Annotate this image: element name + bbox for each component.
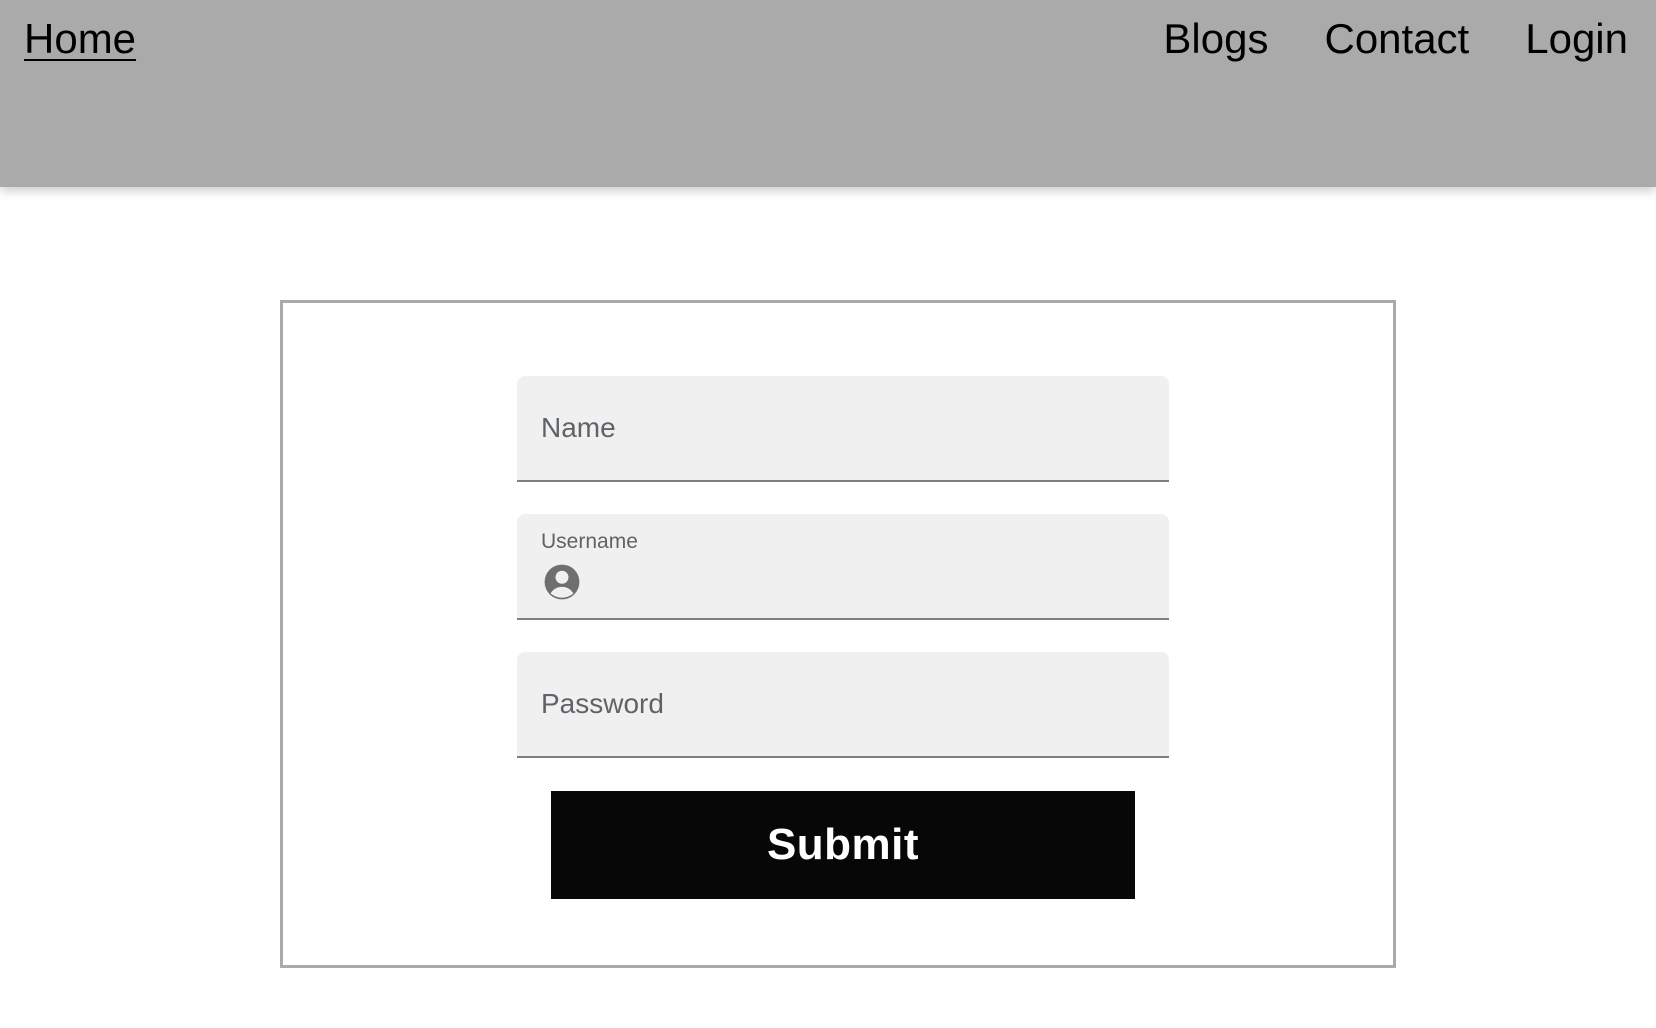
registration-form-card: Name Username Password Submit <box>280 300 1396 968</box>
submit-button[interactable]: Submit <box>551 791 1135 899</box>
username-label: Username <box>541 530 638 553</box>
password-input[interactable]: Password <box>517 652 1169 758</box>
blogs-link[interactable]: Blogs <box>1163 14 1268 64</box>
account-circle-icon <box>544 564 580 600</box>
contact-link[interactable]: Contact <box>1324 14 1469 64</box>
home-link[interactable]: Home <box>24 14 136 64</box>
login-link[interactable]: Login <box>1525 14 1628 64</box>
password-placeholder: Password <box>541 688 664 719</box>
main-navigation: Blogs Contact Login <box>1163 14 1628 64</box>
name-input[interactable]: Name <box>517 376 1169 482</box>
username-input[interactable]: Username <box>517 514 1169 620</box>
top-navigation-bar: Home Blogs Contact Login <box>0 0 1656 187</box>
name-placeholder: Name <box>541 412 616 443</box>
